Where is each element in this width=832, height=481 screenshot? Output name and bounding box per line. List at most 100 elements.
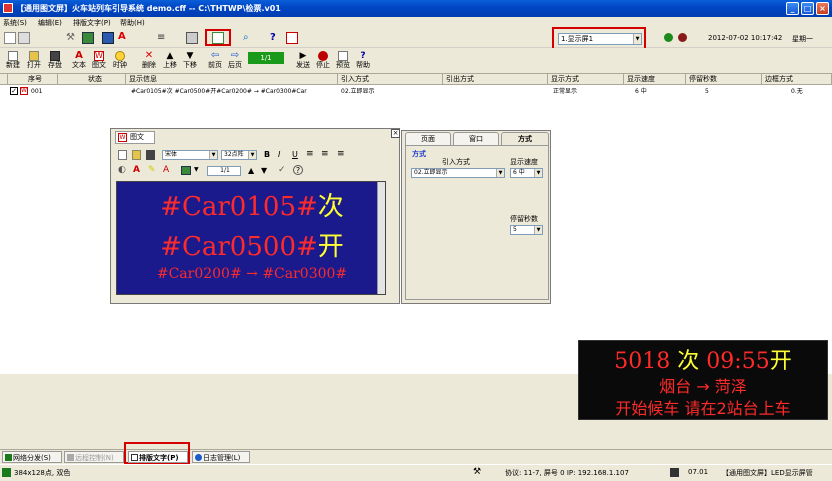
stay-select[interactable]: 5 ▼ xyxy=(510,225,543,235)
screen-icon[interactable] xyxy=(286,32,298,44)
save-button[interactable]: 存盘 xyxy=(45,51,65,73)
table-row[interactable]: ✓ W 001 #Car0105#次 #Car0500#开#Car0200# →… xyxy=(0,86,832,97)
prev-page-button[interactable]: ⇦ 前页 xyxy=(205,51,225,73)
screen-size: 384x128点, 双色 xyxy=(14,469,71,477)
align-right-icon[interactable]: ≡ xyxy=(337,149,345,159)
monitor-icon[interactable] xyxy=(102,32,114,44)
page-field[interactable]: 1/1 xyxy=(207,166,241,176)
maximize-button[interactable]: □ xyxy=(801,2,814,15)
new-icon[interactable] xyxy=(118,150,127,160)
tab-remote-control[interactable]: 远程控制(N) xyxy=(64,451,124,463)
tab-mode[interactable]: 方式 xyxy=(501,132,549,146)
header-out-mode[interactable]: 引出方式 xyxy=(443,74,548,85)
close-icon[interactable]: × xyxy=(391,129,400,138)
preview-line-1: 5018 次 09:55开 xyxy=(579,343,827,375)
cell-display-mode: 正常显示 xyxy=(553,88,578,95)
page-counter: 1/1 xyxy=(248,52,284,64)
tools-icon[interactable]: ⚒ xyxy=(66,32,78,44)
close-button[interactable]: × xyxy=(816,2,829,15)
in-mode-select[interactable]: 02.立即显示 ▼ xyxy=(411,168,505,178)
font-color-icon[interactable]: A xyxy=(133,165,140,175)
check-icon[interactable]: ✓ xyxy=(278,165,286,175)
text-editor-panel: W 图文 × 宋体 ▼ 32点阵 ▼ B I U ≡ ≡ ≡ ◐ A ✎ A ▼ 1… xyxy=(110,128,400,304)
menu-edit[interactable]: 编辑(E) xyxy=(38,17,62,29)
preview-line-2: 烟台 → 菏泽 xyxy=(659,377,747,396)
send-button[interactable]: ▶ 发送 xyxy=(293,51,313,73)
arrow-up-icon[interactable]: ▲ xyxy=(248,166,254,175)
text-icon: A xyxy=(75,50,83,61)
help-question-icon[interactable]: ? xyxy=(270,32,282,44)
underline-icon[interactable]: U xyxy=(292,150,298,159)
header-status[interactable]: 状态 xyxy=(58,74,126,85)
header-border[interactable]: 边框方式 xyxy=(762,74,832,85)
clock-button[interactable]: 时钟 xyxy=(110,51,130,73)
open-button[interactable]: 打开 xyxy=(24,51,44,73)
fill-icon[interactable]: ◐ xyxy=(118,165,126,175)
menu-system[interactable]: 系统(S) xyxy=(3,17,27,29)
help-icon: ? xyxy=(360,51,366,61)
tab-image-text[interactable]: W 图文 xyxy=(115,131,155,144)
protocol-info: 协议: 11-7, 屏号 0 IP: 192.168.1.107 xyxy=(505,469,629,477)
led-line-2: #Car0500#开 xyxy=(117,226,385,263)
menu-help[interactable]: 帮助(H) xyxy=(120,17,145,29)
next-page-button[interactable]: ⇨ 后页 xyxy=(225,51,245,73)
move-up-button[interactable]: ▲ 上移 xyxy=(160,51,180,73)
bold-icon[interactable]: B xyxy=(264,150,270,159)
frame-icon[interactable] xyxy=(186,32,198,44)
italic-icon[interactable]: I xyxy=(278,150,280,159)
size-select[interactable]: 32点阵 ▼ xyxy=(221,150,257,160)
image-text-button[interactable]: W 图文 xyxy=(89,51,109,73)
row-checkbox[interactable]: ✓ xyxy=(10,87,18,95)
header-info[interactable]: 显示信息 xyxy=(126,74,338,85)
mode-group: 方式 引入方式 02.立即显示 ▼ 显示速度 6 中 ▼ 停留秒数 5 ▼ xyxy=(405,145,549,300)
chevron-down-icon[interactable]: ▼ xyxy=(194,166,199,173)
align-left-icon[interactable]: ≡ xyxy=(306,149,314,159)
header-stay[interactable]: 停留秒数 xyxy=(686,74,762,85)
chevron-down-icon: ▼ xyxy=(496,169,504,177)
image-icon[interactable] xyxy=(181,166,191,175)
find-icon[interactable]: ⌕ xyxy=(243,32,255,44)
preview-button[interactable]: 预览 xyxy=(333,51,353,73)
help-icon[interactable]: ? xyxy=(293,165,303,175)
header-in-mode[interactable]: 引入方式 xyxy=(338,74,443,85)
save-icon[interactable] xyxy=(146,150,155,160)
text-button[interactable]: A 文本 xyxy=(69,51,89,73)
arrow-down-icon[interactable]: ▼ xyxy=(261,166,267,175)
font-select[interactable]: 宋体 ▼ xyxy=(162,150,218,160)
new-doc-icon[interactable] xyxy=(4,32,16,44)
tab-layout-text[interactable]: 排版文字(P) xyxy=(128,451,188,463)
font-color-icon[interactable]: A xyxy=(118,31,130,43)
copy-icon[interactable] xyxy=(18,32,30,44)
tab-page[interactable]: 页面 xyxy=(405,132,451,145)
header-display-mode[interactable]: 显示方式 xyxy=(548,74,624,85)
menu-layout-text[interactable]: 排版文字(P) xyxy=(73,17,111,29)
preview-depart: 开 xyxy=(769,349,792,374)
help-button[interactable]: ? 帮助 xyxy=(353,51,373,73)
picture-icon[interactable] xyxy=(82,32,94,44)
tab-network-dispatch[interactable]: 网络分发(S) xyxy=(2,451,62,463)
led-canvas[interactable]: #Car0105#次 #Car0500#开 #Car0200# → #Car03… xyxy=(116,181,386,295)
tab-log-management[interactable]: 日志管理(L) xyxy=(192,451,250,463)
led-scrollbar[interactable] xyxy=(377,182,385,294)
minimize-button[interactable]: _ xyxy=(786,2,799,15)
open-icon[interactable] xyxy=(132,150,141,160)
move-down-button[interactable]: ▼ 下移 xyxy=(180,51,200,73)
align-icon[interactable]: ≡ xyxy=(157,32,169,44)
header-no[interactable]: 序号 xyxy=(8,74,58,85)
speed-select[interactable]: 6 中 ▼ xyxy=(510,168,543,178)
led-line-1-text: 次 xyxy=(317,192,344,222)
highlight-icon[interactable]: ✎ xyxy=(148,165,156,175)
align-center-icon[interactable]: ≡ xyxy=(321,149,329,159)
export-doc-icon[interactable] xyxy=(212,32,224,44)
delete-button[interactable]: ✕ 删除 xyxy=(139,51,159,73)
new-button[interactable]: 新建 xyxy=(3,51,23,73)
datetime: 2012-07-02 10:17:42 xyxy=(708,34,783,42)
cell-in-mode: 02.立即显示 xyxy=(341,88,375,95)
header-speed[interactable]: 显示速度 xyxy=(624,74,686,85)
text-color-icon[interactable]: A xyxy=(163,165,169,175)
screen-select[interactable]: 1.显示屏1 ▼ xyxy=(558,33,642,45)
tab-window[interactable]: 窗口 xyxy=(453,132,499,145)
header-corner xyxy=(0,74,8,85)
stop-button[interactable]: 停止 xyxy=(313,51,333,73)
menu-bar: 系统(S) 编辑(E) 排版文字(P) 帮助(H) xyxy=(0,17,832,29)
